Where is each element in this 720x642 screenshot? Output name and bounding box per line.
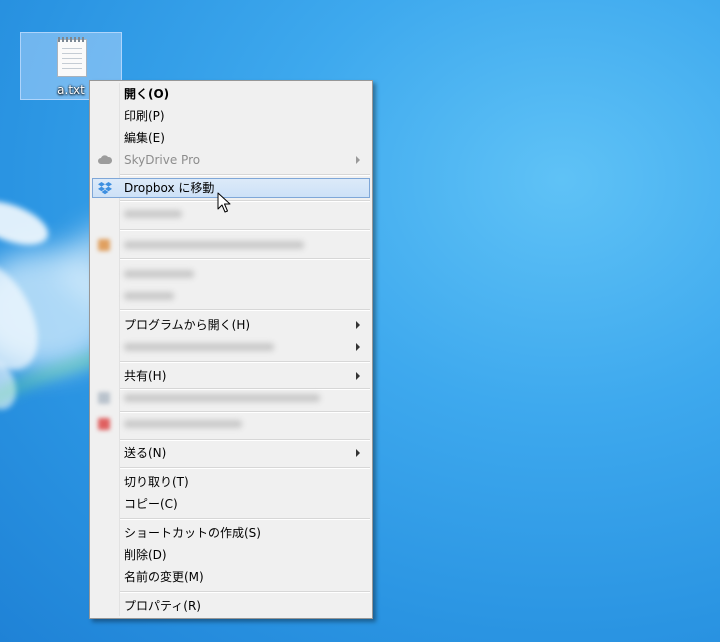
redacted-text <box>124 343 274 351</box>
submenu-arrow-icon <box>356 449 360 457</box>
menu-separator <box>120 439 370 441</box>
redacted-text <box>124 420 242 428</box>
menu-item-redacted[interactable] <box>92 337 370 357</box>
menu-item-label: 印刷(P) <box>124 109 165 123</box>
menu-item-send-to[interactable]: 送る(N) <box>92 443 370 463</box>
menu-item-redacted[interactable] <box>92 414 370 434</box>
menu-separator <box>120 361 370 363</box>
menu-separator <box>120 467 370 469</box>
redacted-text <box>124 292 174 300</box>
menu-item-label: SkyDrive Pro <box>124 153 201 167</box>
app-icon <box>98 392 110 404</box>
menu-item-label: プロパティ(R) <box>124 599 201 613</box>
mouse-cursor-icon <box>217 192 231 213</box>
menu-item-share[interactable]: 共有(H) <box>92 366 370 386</box>
menu-item-label: 編集(E) <box>124 131 165 145</box>
redacted-text <box>124 210 182 218</box>
menu-separator <box>120 309 370 311</box>
menu-separator <box>120 411 370 413</box>
menu-item-redacted[interactable] <box>92 388 370 408</box>
submenu-arrow-icon <box>356 343 360 351</box>
menu-item-label: 削除(D) <box>124 548 167 562</box>
menu-item-delete[interactable]: 削除(D) <box>92 545 370 565</box>
menu-item-label: 送る(N) <box>124 446 167 460</box>
submenu-arrow-icon <box>356 372 360 380</box>
context-menu: 開く(O) 印刷(P) 編集(E) SkyDrive Pro Dropbox に… <box>89 80 373 619</box>
submenu-arrow-icon <box>356 321 360 329</box>
menu-item-label: Dropbox に移動 <box>124 181 215 195</box>
app-icon <box>98 239 110 251</box>
menu-item-open[interactable]: 開く(O) <box>92 84 370 104</box>
menu-item-label: コピー(C) <box>124 497 178 511</box>
menu-item-label: 開く(O) <box>124 87 170 101</box>
menu-item-rename[interactable]: 名前の変更(M) <box>92 567 370 587</box>
menu-item-print[interactable]: 印刷(P) <box>92 106 370 126</box>
redacted-text <box>124 394 320 402</box>
redacted-text <box>124 241 304 249</box>
dropbox-icon <box>98 182 112 195</box>
redacted-text <box>124 270 194 278</box>
menu-separator <box>120 518 370 520</box>
menu-separator <box>120 174 370 176</box>
menu-item-label: プログラムから開く(H) <box>124 318 251 332</box>
menu-separator <box>120 591 370 593</box>
menu-item-copy[interactable]: コピー(C) <box>92 494 370 514</box>
menu-separator <box>120 258 370 260</box>
menu-item-label: 切り取り(T) <box>124 475 189 489</box>
menu-separator <box>120 229 370 231</box>
menu-item-redacted[interactable] <box>92 264 370 284</box>
menu-item-redacted[interactable] <box>92 235 370 255</box>
menu-item-dropbox-move[interactable]: Dropbox に移動 <box>92 178 370 198</box>
app-icon <box>98 418 110 430</box>
menu-item-redacted[interactable] <box>92 204 370 224</box>
menu-separator <box>120 200 370 202</box>
menu-item-create-shortcut[interactable]: ショートカットの作成(S) <box>92 523 370 543</box>
menu-item-properties[interactable]: プロパティ(R) <box>92 596 370 616</box>
menu-item-label: 共有(H) <box>124 369 167 383</box>
text-file-icon <box>57 37 87 77</box>
menu-item-cut[interactable]: 切り取り(T) <box>92 472 370 492</box>
submenu-arrow-icon <box>356 156 360 164</box>
menu-item-label: ショートカットの作成(S) <box>124 526 261 540</box>
menu-item-label: 名前の変更(M) <box>124 570 204 584</box>
menu-item-open-with[interactable]: プログラムから開く(H) <box>92 315 370 335</box>
menu-item-skydrive-pro[interactable]: SkyDrive Pro <box>92 150 370 170</box>
menu-item-redacted[interactable] <box>92 286 370 306</box>
menu-item-edit[interactable]: 編集(E) <box>92 128 370 148</box>
cloud-icon <box>98 155 112 164</box>
